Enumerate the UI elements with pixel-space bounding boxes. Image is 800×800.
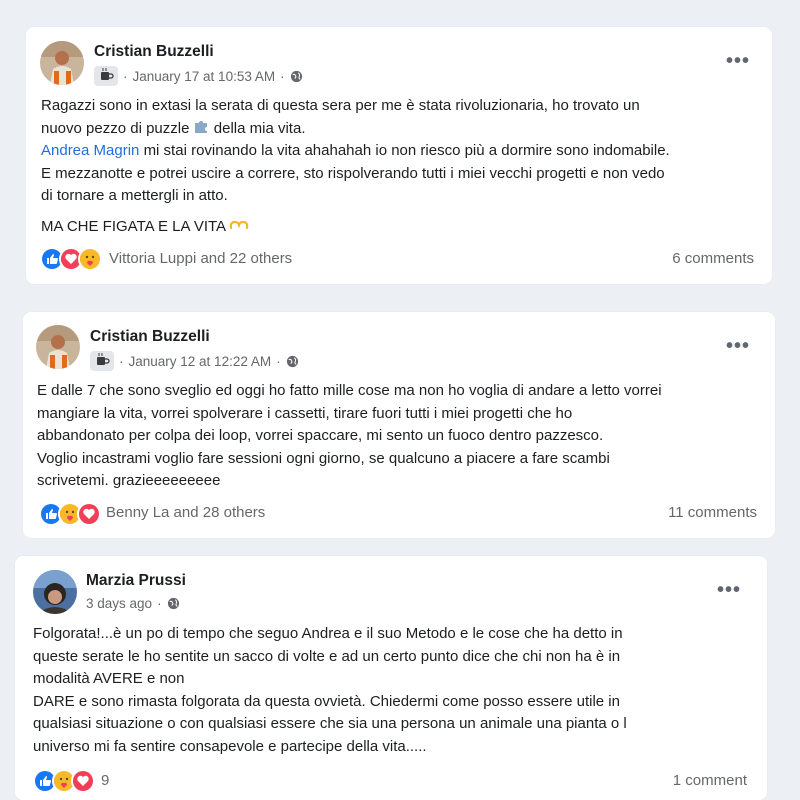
post-time[interactable]: January 12 at 12:22 AM xyxy=(129,354,272,369)
love-icon xyxy=(77,502,101,526)
post-line: Folgorata!...è un po di tempo che seguo … xyxy=(33,625,623,642)
meta-separator: · xyxy=(280,68,285,84)
post-line: E dalle 7 che sono sveglio ed oggi ho fa… xyxy=(37,382,662,399)
meta-separator: · xyxy=(157,596,162,611)
mention-link[interactable]: Andrea Magrin xyxy=(41,142,139,159)
post-time[interactable]: 3 days ago xyxy=(86,596,152,611)
heart-hands-icon xyxy=(230,220,249,229)
post-line: di tornare a mettergli in atto. xyxy=(41,187,228,204)
comments-count[interactable]: 1 comment xyxy=(673,772,747,789)
reaction-icons[interactable] xyxy=(33,769,95,793)
reaction-icons[interactable] xyxy=(40,247,102,271)
author-avatar[interactable] xyxy=(33,570,77,614)
meta-separator: · xyxy=(123,68,128,84)
author-name[interactable]: Marzia Prussi xyxy=(86,572,186,590)
post-line: Voglio incastrami voglio fare sessioni o… xyxy=(37,449,610,467)
post-line: E mezzanotte e potrei uscire a correre, … xyxy=(41,164,665,182)
more-options-icon[interactable]: ••• xyxy=(726,51,750,71)
author-name[interactable]: Cristian Buzzelli xyxy=(94,43,214,61)
post-body: Ragazzi sono in extasi la serata di ques… xyxy=(41,95,670,238)
post-line: queste serate le ho sentite un sacco di … xyxy=(33,647,621,665)
post-meta: 3 days ago · xyxy=(86,596,180,611)
globe-icon xyxy=(290,70,302,82)
post-body: E dalle 7 che sono sveglio ed oggi ho fa… xyxy=(37,380,662,493)
puzzle-icon xyxy=(194,120,207,133)
post-card-3: Marzia Prussi 3 days ago · ••• Folgorata… xyxy=(15,556,767,800)
post-card-1: Cristian Buzzelli · January 17 at 10:53 … xyxy=(26,27,772,284)
post-line: nuovo pezzo di puzzle della mia vita. xyxy=(41,119,306,137)
post-line: qualsiasi situazione o con qualsiasi ess… xyxy=(33,715,627,732)
post-meta: · January 17 at 10:53 AM · xyxy=(94,66,303,86)
post-line: abbandonato per colpa dei loop, vorrei s… xyxy=(37,427,604,444)
more-options-icon[interactable]: ••• xyxy=(717,580,741,600)
post-line: modalità AVERE e non xyxy=(33,670,185,687)
post-meta: · January 12 at 12:22 AM · xyxy=(90,351,299,371)
author-avatar[interactable] xyxy=(40,41,84,85)
globe-icon xyxy=(286,355,298,367)
care-icon xyxy=(78,247,102,271)
post-line: Ragazzi sono in extasi la serata di ques… xyxy=(41,97,640,114)
post-line: scrivetemi. grazieeeeeeeee xyxy=(37,472,221,489)
post-line: mangiare la vita, vorrei spolverare i ca… xyxy=(37,404,573,422)
reaction-icons[interactable] xyxy=(39,502,101,526)
post-line: Andrea Magrin mi stai rovinando la vita … xyxy=(41,142,670,159)
post-line: MA CHE FIGATA E LA VITA xyxy=(41,216,670,239)
post-time[interactable]: January 17 at 10:53 AM xyxy=(133,69,276,84)
comments-count[interactable]: 6 comments xyxy=(672,250,754,267)
post-body: Folgorata!...è un po di tempo che seguo … xyxy=(33,623,627,758)
meta-separator: · xyxy=(119,353,124,369)
post-line: DARE e sono rimasta folgorata da questa … xyxy=(33,692,620,710)
post-card-2: Cristian Buzzelli · January 12 at 12:22 … xyxy=(23,312,775,538)
author-avatar[interactable] xyxy=(36,325,80,369)
love-icon xyxy=(71,769,95,793)
reactors-text[interactable]: Vittoria Luppi and 22 others xyxy=(109,250,292,267)
reactors-text[interactable]: Benny La and 28 others xyxy=(106,504,265,521)
author-name[interactable]: Cristian Buzzelli xyxy=(90,328,210,346)
globe-icon xyxy=(167,597,179,610)
reactors-text[interactable]: 9 xyxy=(101,772,109,789)
coffee-badge-icon xyxy=(94,66,118,86)
meta-separator: · xyxy=(276,353,281,369)
more-options-icon[interactable]: ••• xyxy=(726,336,750,356)
coffee-badge-icon xyxy=(90,351,114,371)
comments-count[interactable]: 11 comments xyxy=(668,504,757,521)
post-line: universo mi fa sentire consapevole e par… xyxy=(33,737,427,755)
